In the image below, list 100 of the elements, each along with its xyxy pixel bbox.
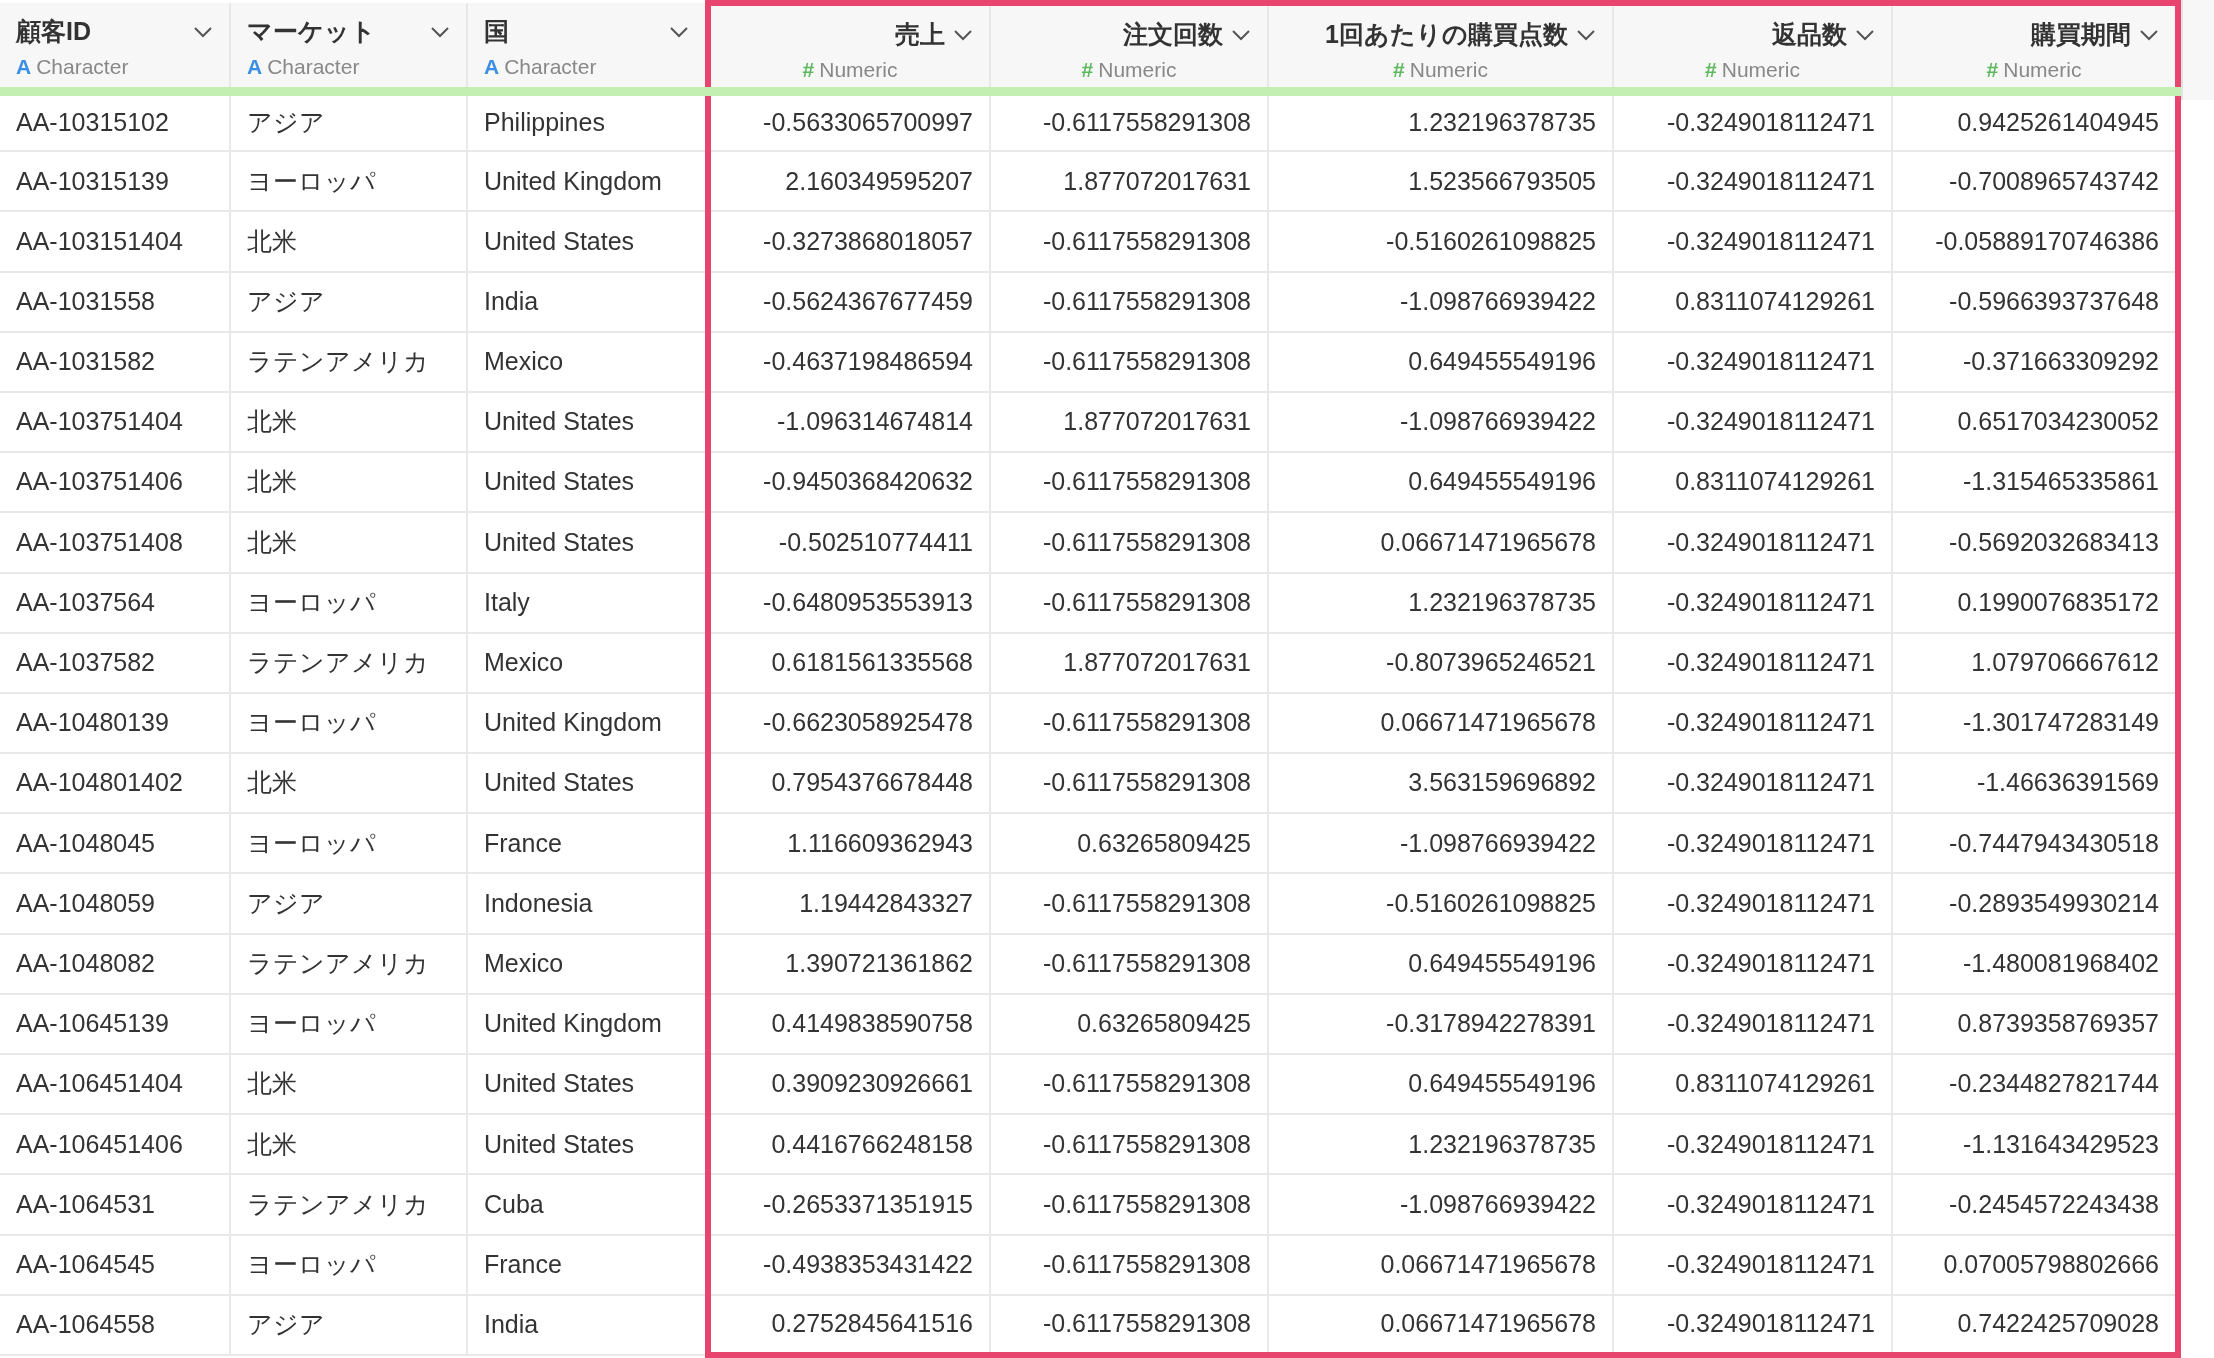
- table-cell: 0.649455549196: [1268, 933, 1613, 994]
- table-cell: 1.390721361862: [708, 933, 990, 994]
- table-cell: 0.8739358769357: [1892, 993, 2178, 1054]
- column-type: A Character: [247, 53, 361, 80]
- table-cell: 0.4149838590758: [708, 993, 990, 1054]
- table-cell: AA-10315102: [0, 91, 230, 152]
- table-cell: -0.3249018112471: [1613, 993, 1892, 1054]
- table-cell: United States: [467, 211, 708, 272]
- table-cell: ラテンアメリカ: [230, 1174, 467, 1235]
- column-type: A Character: [16, 53, 130, 80]
- table-cell: AA-1064558: [0, 1294, 230, 1355]
- table-cell: 0.649455549196: [1268, 452, 1613, 513]
- table-cell: ヨーロッパ: [230, 692, 467, 754]
- table-cell: Philippines: [467, 91, 708, 152]
- table-cell: Indonesia: [467, 873, 708, 934]
- table-cell: AA-1064531: [0, 1174, 230, 1235]
- table-cell: 0.8311074129261: [1613, 452, 1892, 513]
- table-cell: United Kingdom: [467, 151, 708, 212]
- table-cell: -0.6117558291308: [990, 1294, 1268, 1355]
- chevron-down-icon[interactable]: [669, 25, 689, 38]
- table-cell: 北米: [230, 512, 467, 573]
- table-cell: 0.4416766248158: [708, 1114, 990, 1175]
- table-cell: United States: [467, 1114, 708, 1175]
- table-cell: -0.6117558291308: [990, 271, 1268, 332]
- table-cell: -1.315465335861: [1892, 452, 2178, 513]
- table-cell: -0.3249018112471: [1613, 1174, 1892, 1235]
- table-cell: AA-103751406: [0, 452, 230, 513]
- table-cell: -1.098766939422: [1268, 271, 1613, 332]
- table-cell: AA-1031558: [0, 271, 230, 332]
- table-cell: -0.5692032683413: [1892, 512, 2178, 573]
- table-cell: -1.096314674814: [708, 391, 990, 453]
- table-cell: AA-10645139: [0, 993, 230, 1054]
- table-cell: 1.877072017631: [990, 632, 1268, 693]
- table-cell: -0.2653371351915: [708, 1174, 990, 1235]
- table-cell: -0.3249018112471: [1613, 632, 1892, 693]
- table-cell: 1.232196378735: [1268, 1114, 1613, 1175]
- table-cell: -0.7008965743742: [1892, 151, 2178, 212]
- table-cell: -0.6117558291308: [990, 692, 1268, 754]
- table-cell: AA-10480139: [0, 692, 230, 754]
- table-cell: United States: [467, 512, 708, 573]
- chevron-down-icon[interactable]: [1855, 28, 1875, 41]
- table-cell: -0.6117558291308: [990, 1234, 1268, 1295]
- table-cell: AA-104801402: [0, 753, 230, 814]
- table-cell: -0.6117558291308: [990, 572, 1268, 633]
- table-cell: -1.098766939422: [1268, 391, 1613, 453]
- table-cell: -0.6117558291308: [990, 753, 1268, 814]
- table-cell: 1.232196378735: [1268, 572, 1613, 633]
- table-cell: ラテンアメリカ: [230, 632, 467, 693]
- column-type: # Numeric: [1704, 56, 1801, 82]
- table-cell: Mexico: [467, 933, 708, 994]
- table-cell: AA-103751408: [0, 512, 230, 573]
- table-cell: -0.8073965246521: [1268, 632, 1613, 693]
- table-cell: -0.6117558291308: [990, 452, 1268, 513]
- table-cell: ヨーロッパ: [230, 993, 467, 1054]
- table-cell: 0.06671471965678: [1268, 1294, 1613, 1355]
- table-cell: -1.46636391569: [1892, 753, 2178, 814]
- table-cell: 1.877072017631: [990, 391, 1268, 453]
- table-cell: -0.5966393737648: [1892, 271, 2178, 332]
- table-cell: 1.232196378735: [1268, 91, 1613, 152]
- table-cell: -0.6117558291308: [990, 512, 1268, 573]
- table-cell: -0.5624367677459: [708, 271, 990, 332]
- column-type: A Character: [484, 53, 598, 80]
- table-cell: -0.3249018112471: [1613, 151, 1892, 212]
- chevron-down-icon[interactable]: [1576, 28, 1596, 41]
- table-cell: 北米: [230, 1114, 467, 1175]
- chevron-down-icon[interactable]: [1231, 28, 1251, 41]
- table-cell: -0.6117558291308: [990, 1114, 1268, 1175]
- table-cell: ヨーロッパ: [230, 151, 467, 212]
- table-cell: -0.6117558291308: [990, 91, 1268, 152]
- table-cell: 0.63265809425: [990, 813, 1268, 874]
- chevron-down-icon[interactable]: [430, 25, 450, 38]
- table-cell: -1.301747283149: [1892, 692, 2178, 754]
- column-name: 売上: [894, 19, 945, 50]
- table-cell: 北米: [230, 452, 467, 513]
- table-cell: 0.7954376678448: [708, 753, 990, 814]
- table-cell: -0.3178942278391: [1268, 993, 1613, 1054]
- table-cell: -0.9450368420632: [708, 452, 990, 513]
- table-cell: 0.1990076835172: [1892, 572, 2178, 633]
- table-cell: -0.7447943430518: [1892, 813, 2178, 874]
- chevron-down-icon[interactable]: [193, 25, 213, 38]
- table-cell: AA-10315139: [0, 151, 230, 212]
- column-type: # Numeric: [1392, 56, 1489, 82]
- table-cell: Italy: [467, 572, 708, 633]
- table-cell: アジア: [230, 91, 467, 152]
- table-cell: United States: [467, 452, 708, 513]
- table-cell: 0.649455549196: [1268, 1054, 1613, 1115]
- table-cell: 0.9425261404945: [1892, 91, 2178, 152]
- chevron-down-icon[interactable]: [2139, 28, 2159, 41]
- table-cell: 1.116609362943: [708, 813, 990, 874]
- table-cell: -0.3249018112471: [1613, 1294, 1892, 1355]
- table-cell: 1.877072017631: [990, 151, 1268, 212]
- table-cell: -1.098766939422: [1268, 813, 1613, 874]
- table-cell: 0.7422425709028: [1892, 1294, 2178, 1355]
- table-cell: India: [467, 1294, 708, 1355]
- table-cell: -0.3249018112471: [1613, 813, 1892, 874]
- table-cell: AA-1048045: [0, 813, 230, 874]
- table-cell: AA-103751404: [0, 391, 230, 453]
- table-cell: ヨーロッパ: [230, 572, 467, 633]
- chevron-down-icon[interactable]: [953, 28, 973, 41]
- table-cell: -0.3249018112471: [1613, 873, 1892, 934]
